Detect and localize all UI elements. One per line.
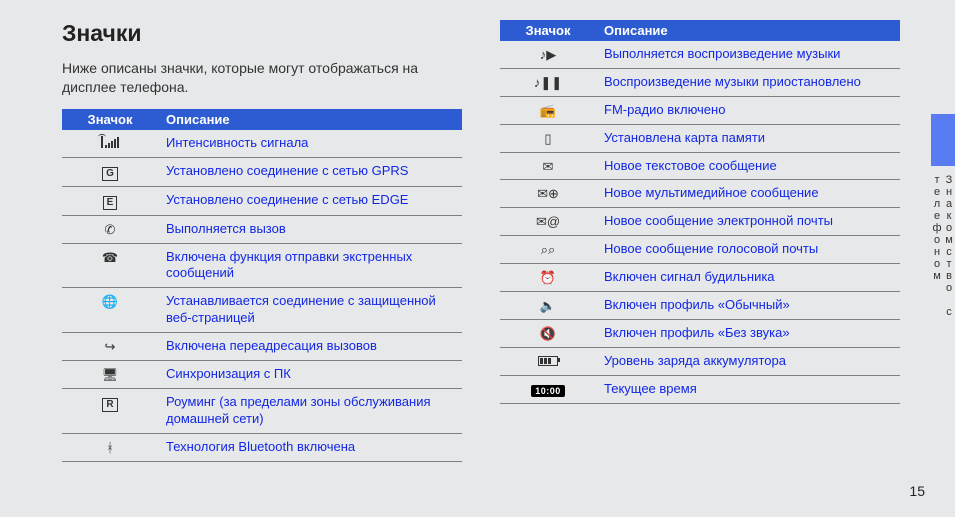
table-row: ▯Установлена карта памяти bbox=[500, 124, 900, 152]
table-row: ✉⊕Новое мультимедийное сообщение bbox=[500, 180, 900, 208]
table-row: ᚼТехнология Bluetooth включена bbox=[62, 433, 462, 461]
icon-description: Включен профиль «Обычный» bbox=[596, 292, 900, 320]
section-color-tab bbox=[931, 114, 955, 166]
silent-profile-icon: 🔇 bbox=[500, 319, 596, 347]
icon-description: Установлено соединение с сетью EDGE bbox=[158, 186, 462, 215]
icon-description: Новое текстовое сообщение bbox=[596, 152, 900, 180]
icon-description: Интенсивность сигнала bbox=[158, 130, 462, 157]
icon-description: Устанавливается соединение с защищенной … bbox=[158, 288, 462, 333]
memory-card-icon: ▯ bbox=[500, 124, 596, 152]
icon-description: Текущее время bbox=[596, 375, 900, 403]
icons-table-right: Значок Описание ♪▶Выполняется воспроизве… bbox=[500, 20, 900, 404]
call-forward-icon: ↪ bbox=[62, 333, 158, 361]
page-number: 15 bbox=[909, 483, 925, 499]
table-row: 🌐Устанавливается соединение с защищенной… bbox=[62, 288, 462, 333]
th-desc: Описание bbox=[596, 20, 900, 41]
mms-icon: ✉⊕ bbox=[500, 180, 596, 208]
table-row: ⌕⌕Новое сообщение голосовой почты bbox=[500, 236, 900, 264]
gprs-icon: G bbox=[62, 157, 158, 186]
icon-description: Установлено соединение с сетью GPRS bbox=[158, 157, 462, 186]
table-row: Уровень заряда аккумулятора bbox=[500, 347, 900, 375]
table-row: 10:00Текущее время bbox=[500, 375, 900, 403]
icon-description: Включена переадресация вызовов bbox=[158, 333, 462, 361]
icon-description: Установлена карта памяти bbox=[596, 124, 900, 152]
icon-description: Выполняется воспроизведение музыки bbox=[596, 41, 900, 68]
left-column: Значки Ниже описаны значки, которые могу… bbox=[62, 20, 462, 462]
icon-description: Роуминг (за пределами зоны обслуживания … bbox=[158, 388, 462, 433]
email-icon: ✉@ bbox=[500, 208, 596, 236]
table-row: 🔇Включен профиль «Без звука» bbox=[500, 319, 900, 347]
table-row: ✆Выполняется вызов bbox=[62, 215, 462, 243]
table-row: ✉Новое текстовое сообщение bbox=[500, 152, 900, 180]
signal-strength-icon bbox=[62, 130, 158, 157]
icon-description: Новое сообщение голосовой почты bbox=[596, 236, 900, 264]
intro-paragraph: Ниже описаны значки, которые могут отобр… bbox=[62, 59, 462, 97]
secure-web-icon: 🌐 bbox=[62, 288, 158, 333]
icon-description: Включен сигнал будильника bbox=[596, 264, 900, 292]
icon-description: Уровень заряда аккумулятора bbox=[596, 347, 900, 375]
sos-icon: ☎ bbox=[62, 243, 158, 288]
table-row: RРоуминг (за пределами зоны обслуживания… bbox=[62, 388, 462, 433]
icon-description: Новое мультимедийное сообщение bbox=[596, 180, 900, 208]
sms-icon: ✉ bbox=[500, 152, 596, 180]
icon-description: Включена функция отправки экстренных соо… bbox=[158, 243, 462, 288]
page-heading: Значки bbox=[62, 20, 462, 47]
icon-description: Новое сообщение электронной почты bbox=[596, 208, 900, 236]
icon-description: Синхронизация с ПК bbox=[158, 361, 462, 389]
bluetooth-icon: ᚼ bbox=[62, 433, 158, 461]
table-row: ✉@Новое сообщение электронной почты bbox=[500, 208, 900, 236]
table-row: EУстановлено соединение с сетью EDGE bbox=[62, 186, 462, 215]
battery-icon bbox=[500, 347, 596, 375]
voicemail-icon: ⌕⌕ bbox=[500, 236, 596, 264]
table-row: ↪Включена переадресация вызовов bbox=[62, 333, 462, 361]
music-play-icon: ♪▶ bbox=[500, 41, 596, 68]
pc-sync-icon: 🖥 bbox=[62, 361, 158, 389]
icon-description: Выполняется вызов bbox=[158, 215, 462, 243]
fm-radio-icon: 📻 bbox=[500, 96, 596, 124]
left-tbody: Интенсивность сигналаGУстановлено соедин… bbox=[62, 130, 462, 461]
table-row: GУстановлено соединение с сетью GPRS bbox=[62, 157, 462, 186]
section-side-label: Знакомство с телефоном bbox=[931, 174, 955, 354]
table-row: ♪▶Выполняется воспроизведение музыки bbox=[500, 41, 900, 68]
icon-description: FM-радио включено bbox=[596, 96, 900, 124]
table-row: 🖥Синхронизация с ПК bbox=[62, 361, 462, 389]
icon-description: Технология Bluetooth включена bbox=[158, 433, 462, 461]
right-tbody: ♪▶Выполняется воспроизведение музыки♪❚❚В… bbox=[500, 41, 900, 403]
icon-description: Воспроизведение музыки приостановлено bbox=[596, 68, 900, 96]
th-desc: Описание bbox=[158, 109, 462, 130]
table-row: Интенсивность сигнала bbox=[62, 130, 462, 157]
manual-page: Значки Ниже описаны значки, которые могу… bbox=[0, 0, 955, 517]
roaming-icon: R bbox=[62, 388, 158, 433]
table-row: ⏰Включен сигнал будильника bbox=[500, 264, 900, 292]
table-row: ☎Включена функция отправки экстренных со… bbox=[62, 243, 462, 288]
icons-table-left: Значок Описание Интенсивность сигналаGУс… bbox=[62, 109, 462, 462]
edge-icon: E bbox=[62, 186, 158, 215]
icon-description: Включен профиль «Без звука» bbox=[596, 319, 900, 347]
clock-icon: 10:00 bbox=[500, 375, 596, 403]
th-icon: Значок bbox=[62, 109, 158, 130]
music-pause-icon: ♪❚❚ bbox=[500, 68, 596, 96]
call-active-icon: ✆ bbox=[62, 215, 158, 243]
th-icon: Значок bbox=[500, 20, 596, 41]
table-row: 📻FM-радио включено bbox=[500, 96, 900, 124]
alarm-icon: ⏰ bbox=[500, 264, 596, 292]
right-column: Значок Описание ♪▶Выполняется воспроизве… bbox=[500, 20, 900, 404]
normal-profile-icon: 🔈 bbox=[500, 292, 596, 320]
table-row: 🔈Включен профиль «Обычный» bbox=[500, 292, 900, 320]
table-row: ♪❚❚Воспроизведение музыки приостановлено bbox=[500, 68, 900, 96]
